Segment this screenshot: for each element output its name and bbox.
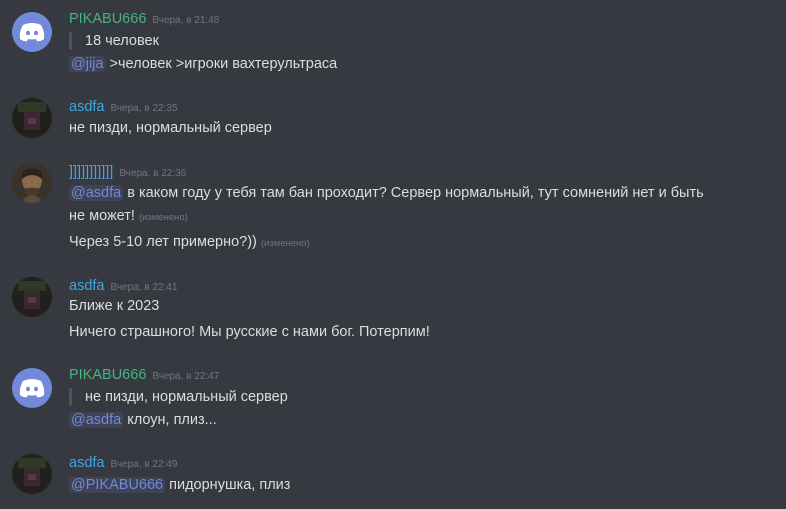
message-text: Ближе к 2023	[69, 298, 160, 314]
avatar[interactable]	[12, 163, 52, 203]
edited-label: (изменено)	[260, 238, 310, 249]
discord-logo-icon	[19, 379, 45, 398]
message-content: в каком году у тебя там бан проходит? Се…	[127, 185, 704, 201]
message-header: asdfa Вчера, в 22:41	[69, 277, 177, 295]
timestamp: Вчера, в 22:36	[119, 168, 187, 179]
message-group: PIKABU666 Вчера, в 22:47 не пизди, нормал…	[0, 366, 786, 436]
message-text: @PIKABU666 пидорнушка, плиз	[69, 477, 290, 493]
message-text: @asdfa в каком году у тебя там бан прохо…	[69, 185, 704, 201]
quote-text: 18 человек	[85, 33, 159, 49]
user-mention[interactable]: @asdfa	[69, 412, 124, 428]
user-photo-icon	[12, 163, 52, 203]
user-mention[interactable]: @asdfa	[69, 185, 124, 201]
user-mention[interactable]: @PIKABU666	[69, 477, 166, 493]
avatar[interactable]	[12, 454, 52, 494]
username[interactable]: ]]]]]]]]]]]	[69, 164, 113, 180]
pixel-avatar-icon	[12, 277, 52, 317]
user-mention[interactable]: @jija	[69, 56, 106, 72]
message-header: asdfa Вчера, в 22:35	[69, 98, 177, 116]
username[interactable]: PIKABU666	[69, 367, 146, 383]
message-content: пидорнушка, плиз	[169, 477, 291, 493]
message-group: asdfa Вчера, в 22:35 не пизди, нормальный…	[0, 98, 786, 148]
username[interactable]: asdfa	[69, 278, 104, 294]
message-content: клоун, плиз...	[127, 412, 217, 428]
quote-text: не пизди, нормальный сервер	[85, 389, 288, 405]
message-group: ]]]]]]]]]]] Вчера, в 22:36 @asdfa в каком…	[0, 163, 786, 258]
avatar[interactable]	[12, 12, 52, 52]
username[interactable]: asdfa	[69, 99, 104, 115]
avatar[interactable]	[12, 368, 52, 408]
avatar[interactable]	[12, 98, 52, 138]
pixel-avatar-icon	[12, 454, 52, 494]
message-text: не пизди, нормальный сервер	[69, 120, 272, 136]
username[interactable]: asdfa	[69, 455, 104, 471]
message-header: PIKABU666 Вчера, в 21:48	[69, 10, 219, 28]
quote-bar	[69, 388, 72, 406]
message-content: не может!	[69, 208, 135, 224]
timestamp: Вчера, в 21:48	[152, 15, 220, 26]
message-content: Через 5-10 лет примерно?))	[69, 234, 257, 250]
message-text: @asdfa клоун, плиз...	[69, 412, 217, 428]
message-text: Через 5-10 лет примерно?)) (изменено)	[69, 234, 310, 250]
message-text: не может! (изменено)	[69, 208, 188, 224]
timestamp: Вчера, в 22:35	[110, 103, 178, 114]
message-group: asdfa Вчера, в 22:49 @PIKABU666 пидорнушк…	[0, 454, 786, 504]
discord-logo-icon	[19, 23, 45, 42]
pixel-avatar-icon	[12, 98, 52, 138]
username[interactable]: PIKABU666	[69, 11, 146, 27]
message-header: asdfa Вчера, в 22:49	[69, 454, 177, 472]
message-header: ]]]]]]]]]]] Вчера, в 22:36	[69, 163, 186, 181]
message-content: >человек >игроки вахтерультраса	[109, 56, 338, 72]
timestamp: Вчера, в 22:49	[110, 459, 178, 470]
message-text: @jija >человек >игроки вахтерультраса	[69, 56, 337, 72]
avatar[interactable]	[12, 277, 52, 317]
message-header: PIKABU666 Вчера, в 22:47	[69, 366, 219, 384]
message-group: PIKABU666 Вчера, в 21:48 18 человек @jija…	[0, 10, 786, 80]
message-text: Ничего страшного! Мы русские с нами бог.…	[69, 324, 430, 340]
quote-bar	[69, 32, 72, 50]
timestamp: Вчера, в 22:47	[152, 371, 220, 382]
message-group: asdfa Вчера, в 22:41 Ближе к 2023 Ничего …	[0, 277, 786, 347]
timestamp: Вчера, в 22:41	[110, 282, 178, 293]
edited-label: (изменено)	[138, 212, 188, 223]
